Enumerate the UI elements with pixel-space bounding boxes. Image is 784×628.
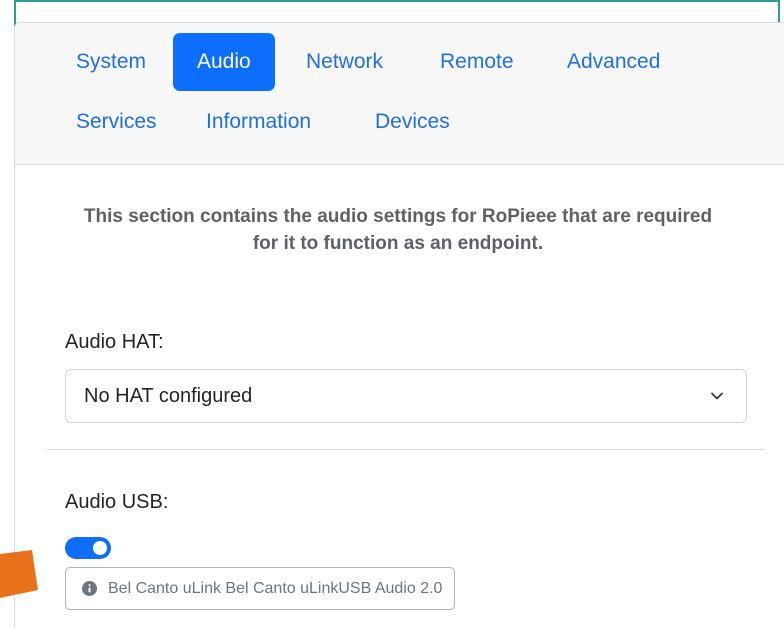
audio-hat-selected-value: No HAT configured: [84, 385, 253, 407]
audio-usb-label: Audio USB:: [65, 491, 169, 513]
toggle-knob: [93, 541, 107, 555]
audio-usb-toggle[interactable]: [65, 537, 111, 559]
tab-audio[interactable]: Audio: [173, 33, 275, 91]
audio-hat-label: Audio HAT:: [65, 331, 164, 353]
tab-advanced[interactable]: Advanced: [543, 33, 684, 91]
tab-devices[interactable]: Devices: [351, 100, 474, 144]
tab-bar: System Audio Network Remote Advanced Ser…: [15, 23, 784, 165]
section-description-line-2: for it to function as an endpoint.: [252, 233, 544, 254]
tab-information[interactable]: Information: [182, 100, 335, 144]
info-circle-icon: [82, 581, 97, 596]
chevron-down-icon: [711, 392, 723, 400]
audio-hat-select[interactable]: No HAT configured: [65, 369, 747, 423]
section-divider: [47, 449, 765, 450]
section-description-line-1: This section contains the audio settings…: [83, 206, 713, 227]
usb-device-badge: Bel Canto uLink Bel Canto uLinkUSB Audio…: [65, 567, 456, 610]
usb-device-name: Bel Canto uLink Bel Canto uLinkUSB Audio…: [108, 580, 443, 597]
tab-system[interactable]: System: [52, 33, 170, 91]
tab-remote[interactable]: Remote: [416, 33, 538, 91]
settings-card: System Audio Network Remote Advanced Ser…: [14, 22, 784, 628]
tab-network[interactable]: Network: [282, 33, 407, 91]
tab-services[interactable]: Services: [52, 100, 181, 144]
arrow-icon: [0, 550, 38, 598]
section-description: This section contains the audio settings…: [15, 203, 781, 257]
